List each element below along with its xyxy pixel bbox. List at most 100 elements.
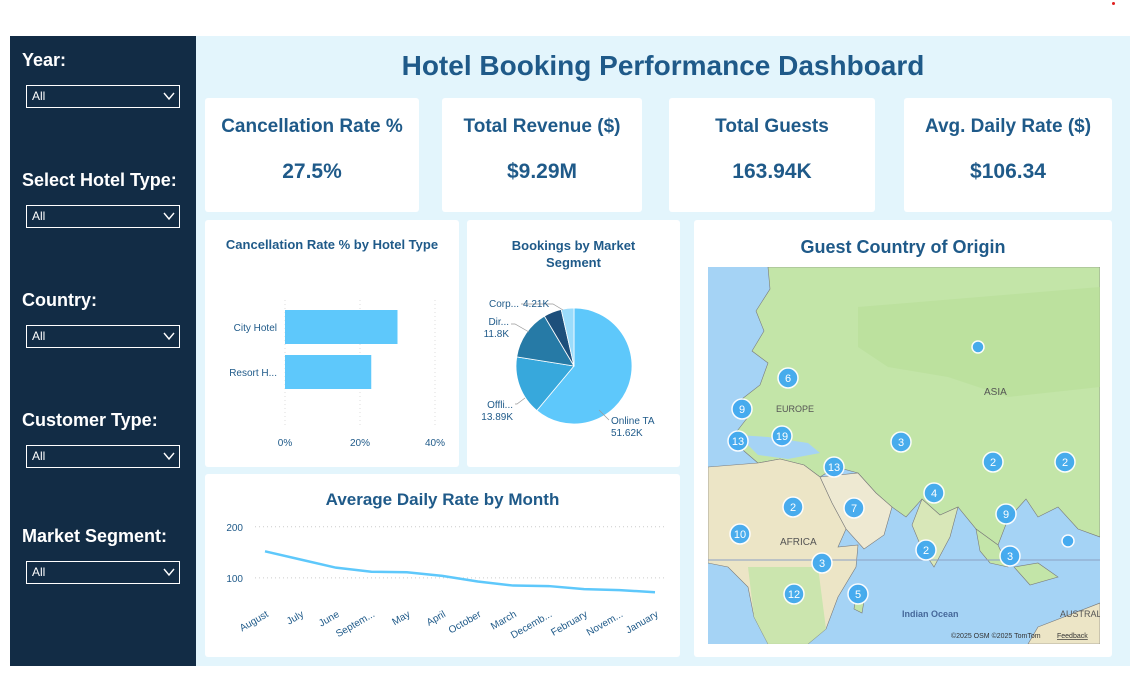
y-tick-label: 200 <box>226 523 243 534</box>
bubble-count: 3 <box>898 437 904 449</box>
bubble-count: 9 <box>739 404 745 416</box>
pie-chart: Online TA51.62K Offli...13.89K Dir...11.8K… <box>481 299 655 439</box>
slicer-country: Country: <box>22 290 97 311</box>
x-tick-label: June <box>317 609 342 630</box>
slice-value: 51.62K <box>611 428 643 439</box>
category-label: City Hotel <box>234 323 277 334</box>
map-bubble <box>971 340 985 354</box>
hotel-type-dropdown[interactable]: All <box>26 205 180 228</box>
map-bubble: 2 <box>915 539 937 561</box>
chart-title: Guest Country of Origin <box>800 237 1006 257</box>
bubble-marker <box>971 340 985 354</box>
bar-chart: 0% 20% 40% City Hotel Resort H... <box>229 300 445 449</box>
bubble-count: 5 <box>855 589 861 601</box>
map-bubble: 12 <box>783 583 805 605</box>
kpi-card-guests[interactable]: Total Guests 163.94K <box>669 98 875 212</box>
slicer-title: Select Hotel Type: <box>22 170 177 190</box>
bubble-count: 2 <box>923 545 929 557</box>
bubble-count: 10 <box>734 529 746 541</box>
map-card[interactable]: Guest Country of Origin EUROPE ASIA AFRI… <box>694 220 1112 657</box>
leader-line <box>511 323 530 333</box>
dropdown-value: All <box>32 565 46 579</box>
slice-value: 11.8K <box>484 329 510 340</box>
page-title: Hotel Booking Performance Dashboard <box>401 50 925 81</box>
slicer-market-segment: Market Segment: <box>22 526 167 547</box>
series-line <box>264 550 656 594</box>
x-tick-label: January <box>624 609 660 636</box>
bubble-count: 2 <box>790 502 796 514</box>
map-bubble: 9 <box>731 398 753 420</box>
chevron-down-icon <box>163 452 175 461</box>
kpi-value: 27.5% <box>282 160 342 183</box>
x-tick-label: April <box>425 609 448 629</box>
map-bubble: 6 <box>777 367 799 389</box>
pie-chart-card[interactable]: Bookings by Market Segment Online TA 51.6… <box>467 220 680 467</box>
kpi-value: $9.29M <box>506 160 578 183</box>
x-tick-label: October <box>447 609 484 637</box>
category-label: Resort H... <box>229 368 277 379</box>
bubble-count: 2 <box>1062 457 1068 469</box>
map-bubble: 13 <box>823 456 845 478</box>
kpi-card-cancellation[interactable]: Cancellation Rate % 27.5% <box>205 98 419 212</box>
map-bubble: 3 <box>811 552 833 574</box>
kpi-label: Avg. Daily Rate ($) <box>924 116 1092 137</box>
map-bubble: 7 <box>843 497 865 519</box>
x-tick-label: Septem... <box>334 609 377 640</box>
customer-type-dropdown[interactable]: All <box>26 445 180 468</box>
map-label-asia: ASIA <box>984 387 1007 398</box>
dropdown-value: All <box>32 209 46 223</box>
bubble-count: 6 <box>785 373 791 385</box>
x-tick-label: 20% <box>350 438 370 449</box>
bubble-count: 3 <box>1007 551 1013 563</box>
bar <box>285 310 398 344</box>
slicer-year: Year: <box>22 50 66 71</box>
x-tick-label: July <box>285 609 306 627</box>
slicer-hotel-type: Select Hotel Type: <box>22 170 177 191</box>
map-bubble: 9 <box>995 503 1017 525</box>
map-attribution: ©2025 OSM ©2025 TomTom <box>951 632 1041 640</box>
map-bubble: 13 <box>727 430 749 452</box>
map-label-indian-ocean: Indian Ocean <box>902 609 959 619</box>
bubble-marker <box>1061 534 1075 548</box>
kpi-card-adr[interactable]: Avg. Daily Rate ($) $106.34 <box>904 98 1112 212</box>
map-label-europe: EUROPE <box>776 404 814 414</box>
dropdown-value: All <box>32 449 46 463</box>
kpi-value: $106.34 <box>970 160 1046 183</box>
country-dropdown[interactable]: All <box>26 325 180 348</box>
chevron-down-icon <box>163 92 175 101</box>
slice-label: Online TA <box>611 416 655 427</box>
slicer-title: Country: <box>22 290 97 310</box>
slice-label: Corp... <box>489 299 519 310</box>
status-dot <box>1112 2 1115 5</box>
map-bubble: 10 <box>729 523 751 545</box>
dropdown-value: All <box>32 329 46 343</box>
map-feedback-link[interactable]: Feedback <box>1057 633 1088 640</box>
dropdown-value: All <box>32 89 46 103</box>
chevron-down-icon <box>163 212 175 221</box>
x-tick-label: 40% <box>425 438 445 449</box>
world-map[interactable]: EUROPE ASIA AFRICA Indian Ocean AUSTRAL … <box>708 267 1100 644</box>
map-bubble: 3 <box>999 545 1021 567</box>
chevron-down-icon <box>163 568 175 577</box>
slice-value: 4.21K <box>523 299 549 310</box>
bubble-count: 3 <box>819 558 825 570</box>
slicer-customer-type: Customer Type: <box>22 410 158 431</box>
line-chart-card[interactable]: Average Daily Rate by Month 200 100 August… <box>205 474 680 657</box>
map-bubble: 2 <box>1054 451 1076 473</box>
market-segment-dropdown[interactable]: All <box>26 561 180 584</box>
dashboard-canvas: Hotel Booking Performance Dashboard Canc… <box>196 36 1130 666</box>
map-bubble: 2 <box>982 451 1004 473</box>
slice-label: Dir... <box>488 317 509 328</box>
bubble-count: 9 <box>1003 509 1009 521</box>
year-dropdown[interactable]: All <box>26 85 180 108</box>
chevron-down-icon <box>163 332 175 341</box>
kpi-label: Cancellation Rate % <box>221 116 403 137</box>
x-tick-label: 0% <box>278 438 293 449</box>
bubble-count: 19 <box>776 431 788 443</box>
map-bubble: 19 <box>771 425 793 447</box>
slicer-title: Year: <box>22 50 67 70</box>
bar-chart-card[interactable]: Cancellation Rate % by Hotel Type 0% 20% 4… <box>205 220 459 467</box>
kpi-card-revenue[interactable]: Total Revenue ($) $9.29M <box>442 98 642 212</box>
y-tick-label: 100 <box>226 574 243 585</box>
bubble-count: 4 <box>931 488 937 500</box>
